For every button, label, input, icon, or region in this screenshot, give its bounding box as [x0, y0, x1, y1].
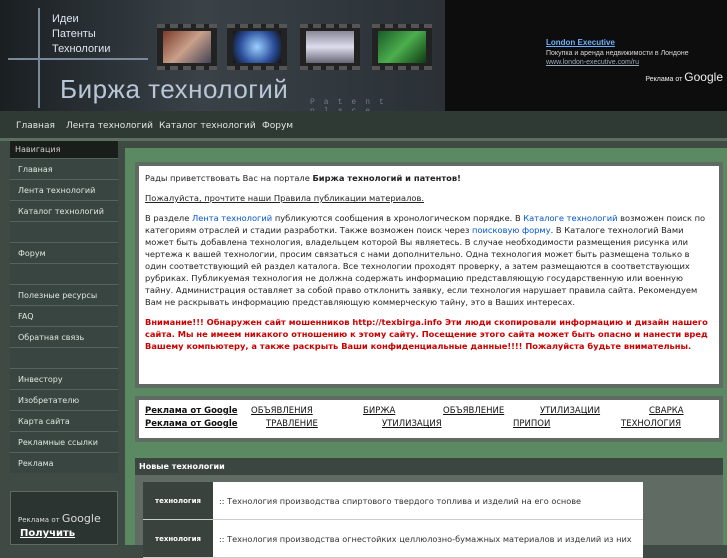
banner-image-robot	[157, 24, 217, 70]
sidebar-item-forum[interactable]: Форум	[10, 242, 118, 263]
ad-link[interactable]: СВАРКА	[649, 406, 684, 416]
welcome-greeting: Рады приветствовать Вас на портале Биржа…	[145, 172, 713, 184]
banner-image-circuit	[372, 24, 432, 70]
sidebar-spacer	[10, 263, 118, 284]
table-row: технология :: Технология производства сп…	[143, 482, 643, 520]
tech-label: технология	[143, 482, 213, 519]
nav-home[interactable]: Главная	[16, 121, 55, 131]
sidebar-item-advertising[interactable]: Реклама	[10, 452, 118, 473]
google-ad-links-bar: Реклама от Google ОБЪЯВЛЕНИЯ БИРЖА ОБЪЯВ…	[135, 396, 723, 442]
google-brand: Google	[61, 512, 101, 525]
intro-text: В разделе	[145, 213, 192, 223]
sidebar-spacer	[10, 347, 118, 368]
sidebar-item-tech-catalog[interactable]: Каталог технологий	[10, 200, 118, 221]
ad-links-row: Реклама от Google ОБЪЯВЛЕНИЯ БИРЖА ОБЪЯВ…	[145, 406, 713, 418]
sidebar-item-investor[interactable]: Инвестору	[10, 368, 118, 389]
search-form-link[interactable]: поисковую форму	[472, 225, 551, 235]
top-ad-url[interactable]: www.london-executive.com/ru	[546, 59, 726, 66]
subscribe-link[interactable]: Получить	[20, 528, 117, 539]
top-ad-title[interactable]: London Executive	[546, 38, 726, 47]
ad-link[interactable]: БИРЖА	[363, 406, 395, 416]
sidebar-header: Навигация	[10, 141, 118, 158]
ad-link[interactable]: ПРИПОИ	[513, 419, 550, 429]
top-ad-description: Покупка и аренда недвижимости в Лондоне	[546, 50, 689, 57]
sidebar-google-ad: Реклама от Google Получить	[10, 491, 118, 545]
ad-link[interactable]: ОБЪЯВЛЕНИЯ	[251, 406, 313, 416]
intro-text: . В Каталоге технологий Вами может быть …	[145, 225, 698, 307]
top-ad-panel: London Executive Покупка и аренда недвиж…	[445, 0, 727, 111]
sidebar-item-resources[interactable]: Полезные ресурсы	[10, 284, 118, 305]
main-content: Рады приветствовать Вас на портале Биржа…	[125, 148, 727, 558]
nav-tech-feed[interactable]: Лента технологий	[66, 121, 153, 131]
banner-image-lab	[300, 24, 360, 70]
sidebar-navigation: Навигация Главная Лента технологий Катал…	[10, 141, 118, 473]
sidebar-ads-by[interactable]: Реклама от Google	[18, 512, 117, 525]
google-brand: Google	[684, 70, 723, 84]
nav-forum[interactable]: Форум	[262, 121, 293, 131]
new-tech-header: Новые технологии	[135, 458, 723, 475]
sidebar-item-ad-links[interactable]: Рекламные ссылки	[10, 431, 118, 452]
ads-by-google[interactable]: Реклама от Google	[645, 70, 723, 84]
sidebar-item-feedback[interactable]: Обратная связь	[10, 326, 118, 347]
sidebar-spacer	[10, 221, 118, 242]
welcome-box: Рады приветствовать Вас на портале Биржа…	[135, 162, 723, 388]
tech-label: технология	[143, 520, 213, 557]
nav-tech-catalog[interactable]: Каталог технологий	[159, 121, 256, 131]
site-title[interactable]: Биржа технологий	[60, 74, 288, 105]
intro-paragraph: В разделе Лента технологий публикуются с…	[145, 212, 713, 308]
ad-link[interactable]: УТИЛИЗАЦИИ	[540, 406, 600, 416]
logo-word: Технологии	[52, 43, 111, 55]
fraud-warning: Внимание!!! Обнаружен сайт мошенников ht…	[145, 317, 708, 351]
ad-link[interactable]: ОБЪЯВЛЕНИЕ	[443, 406, 504, 416]
new-technologies-panel: Новые технологии технология :: Технологи…	[135, 458, 723, 558]
sidebar-ads-prefix: Реклама от	[18, 516, 60, 524]
rules-link[interactable]: Пожалуйста, прочтите наши Правила публик…	[145, 193, 424, 203]
tech-title-link[interactable]: :: Технология производства огнестойких ц…	[213, 520, 643, 557]
tech-feed-link[interactable]: Лента технологий	[192, 213, 272, 223]
tech-title-link[interactable]: :: Технология производства спиртового тв…	[213, 482, 643, 519]
ads-by-prefix: Реклама от	[645, 76, 683, 83]
sidebar-item-tech-feed[interactable]: Лента технологий	[10, 179, 118, 200]
logo-cross-line	[8, 58, 148, 60]
greeting-site-name: Биржа технологий и патентов!	[312, 173, 461, 183]
greeting-text: Рады приветствовать Вас на портале	[145, 173, 313, 183]
ad-link[interactable]: УТИЛИЗАЦИЯ	[382, 419, 442, 429]
ads-by-google-link[interactable]: Реклама от Google	[145, 419, 238, 429]
ad-link[interactable]: ТЕХНОЛОГИЯ	[621, 419, 681, 429]
ads-by-google-link[interactable]: Реклама от Google	[145, 406, 238, 416]
ad-link[interactable]: ТРАВЛЕНИЕ	[266, 419, 318, 429]
intro-text: публикуются сообщения в хронологическом …	[272, 213, 524, 223]
site-header: Идеи Патенты Технологии Биржа технологий…	[0, 0, 727, 111]
sidebar-item-home[interactable]: Главная	[10, 158, 118, 179]
sidebar-item-faq[interactable]: FAQ	[10, 305, 118, 326]
top-navigation: Главная Лента технологий Каталог техноло…	[0, 111, 727, 141]
banner-image-brain	[227, 24, 287, 70]
table-row: технология :: Технология производства ог…	[143, 520, 643, 558]
new-tech-table: технология :: Технология производства сп…	[143, 482, 643, 558]
tech-catalog-link[interactable]: Каталоге технологий	[523, 213, 617, 223]
logo-word: Идеи	[52, 13, 79, 25]
site-tagline: Patent place	[310, 98, 393, 111]
logo-word: Патенты	[52, 28, 96, 40]
logo-words: Идеи Патенты Технологии	[52, 12, 110, 57]
sidebar-item-sitemap[interactable]: Карта сайта	[10, 410, 118, 431]
header-banner: Идеи Патенты Технологии Биржа технологий…	[0, 0, 445, 111]
sidebar-item-inventor[interactable]: Изобретателю	[10, 389, 118, 410]
ad-links-row: Реклама от Google ТРАВЛЕНИЕ УТИЛИЗАЦИЯ П…	[145, 419, 713, 431]
